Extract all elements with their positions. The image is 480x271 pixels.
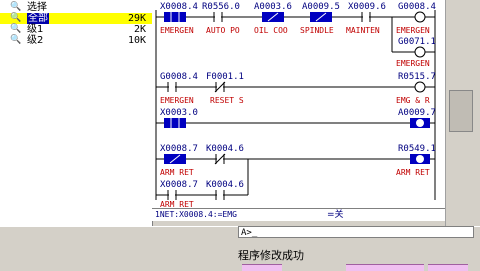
rung2-comment2: RESET S [210, 96, 244, 105]
tree-item-all[interactable]: 🔍 全部 29K [0, 13, 152, 24]
rung2-contact1[interactable] [167, 82, 177, 92]
tree-item-label: 全部 [27, 13, 49, 24]
magnifier-icon: 🔍 [10, 24, 22, 34]
rung2-branch-contact[interactable] [164, 118, 186, 128]
rung1-contact2[interactable] [213, 12, 223, 22]
net-info: 1NET:X0008.4:=EMG [155, 210, 237, 219]
rung1-contact3[interactable] [262, 12, 284, 22]
rung1-branch-coil[interactable] [414, 46, 426, 58]
rung3-contact1[interactable] [164, 154, 186, 164]
rung2-branch-contact-addr: X0003.0 [160, 108, 198, 118]
tree-item-select[interactable]: 🔍 选择 [0, 2, 152, 13]
rung1-contact2-addr: R0556.0 [202, 2, 240, 12]
rung1-contact5[interactable] [361, 12, 371, 22]
rung2-coil-addr: R0515.7 [398, 72, 436, 82]
rung3-coil-comment: ARM RET [396, 168, 430, 177]
rung3-branch-contact2-addr: K0004.6 [206, 180, 244, 190]
rung1-comment5: MAINTEN [346, 26, 380, 35]
magnifier-icon: 🔍 [10, 2, 22, 12]
rung2-comment1: EMERGEN [160, 96, 194, 105]
program-tree: 🔍 选择 🔍 全部 29K 🔍 级1 2K 🔍 级2 10K [0, 0, 153, 226]
rung3-comment: ARM RET [160, 168, 194, 177]
rung1-branch-coil-addr: G0071.1 [398, 37, 436, 47]
rung2-contact2-addr: F0001.1 [206, 72, 244, 82]
rung2-coil-comment: EMG & R [396, 96, 430, 105]
tree-item-label: 级1 [27, 24, 44, 35]
rung1-branch-coil-comment: EMERGEN [396, 59, 430, 68]
tree-item-label: 级2 [27, 35, 44, 46]
rung1-contact4[interactable] [310, 12, 332, 22]
command-input[interactable]: A>_ [238, 226, 474, 238]
rung3-contact2-addr: K0004.6 [206, 144, 244, 154]
rung1-comment1: EMERGEN [160, 26, 194, 35]
status-message: 程序修改成功 [238, 249, 304, 262]
vertical-scrollbar[interactable] [445, 0, 475, 226]
rung1-contact1-addr: X0008.4 [160, 2, 198, 12]
tree-item-size: 29K [127, 13, 146, 24]
rung2-contact2[interactable] [214, 81, 226, 93]
rung2-branch-coil[interactable] [410, 118, 430, 128]
tree-item-size: 10K [127, 35, 146, 46]
rung3-coil[interactable] [410, 154, 430, 164]
rung1-coil[interactable] [414, 11, 426, 23]
ladder-canvas: X0008.4 R0556.0 A0003.6 A0009.5 X0009.6 … [155, 2, 436, 208]
rung1-contact3-addr: A0003.6 [254, 2, 292, 12]
net-status-line: 1NET:X0008.4:=EMG =关 [152, 208, 445, 221]
rung3-contact1-addr: X0008.7 [160, 144, 198, 154]
magnifier-icon: 🔍 [10, 35, 22, 45]
rung3-branch-contact1[interactable] [167, 190, 177, 200]
rung1-comment4: SPINDLE [300, 26, 334, 35]
scrollbar-thumb[interactable] [449, 90, 473, 132]
rung2-coil[interactable] [414, 81, 426, 93]
rung1-comment3: OIL COO [254, 26, 288, 35]
tree-item-label: 选择 [27, 2, 47, 13]
rung3-contact2[interactable] [214, 153, 226, 165]
rung1-comment2: AUTO PO [206, 26, 240, 35]
rung1-contact5-addr: X0009.6 [348, 2, 386, 12]
rung1-contact4-addr: A0009.5 [302, 2, 340, 12]
rung1-contact1[interactable] [164, 12, 186, 22]
rung3-branch-contact2[interactable] [215, 190, 225, 200]
rung3-branch-comment: ARM RET [160, 200, 194, 208]
rung1-coil-addr: G0008.4 [398, 2, 436, 12]
rung3-coil-addr: R0549.1 [398, 144, 436, 154]
rung2-branch-coil-addr: A0009.7 [398, 108, 436, 118]
tree-item-level1[interactable]: 🔍 级1 2K [0, 24, 152, 35]
rung3-branch-contact1-addr: X0008.7 [160, 180, 198, 190]
net-value: =关 [327, 210, 344, 220]
ladder-diagram[interactable]: X0008.4 R0556.0 A0003.6 A0009.5 X0009.6 … [152, 0, 445, 208]
tree-item-size: 2K [133, 24, 146, 35]
softkey-bar [238, 264, 480, 271]
rung1-coil-comment: EMERGEN [396, 26, 430, 35]
tree-item-level2[interactable]: 🔍 级2 10K [0, 35, 152, 46]
rung2-contact1-addr: G0008.4 [160, 72, 198, 82]
magnifier-icon: 🔍 [10, 13, 22, 23]
